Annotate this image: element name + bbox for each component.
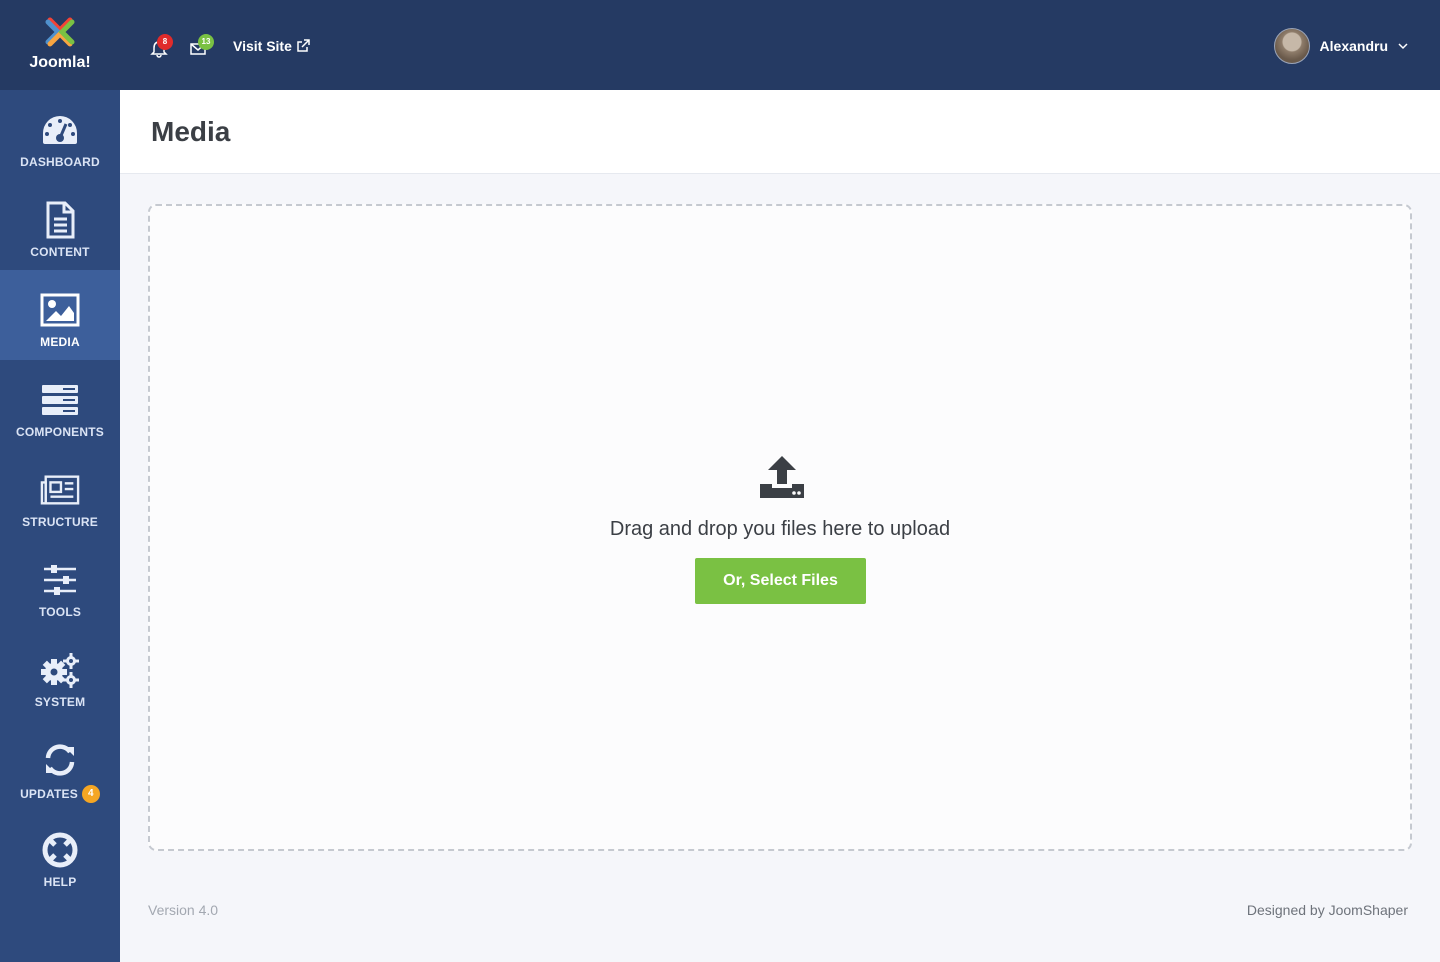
upload-dropzone[interactable]: Drag and drop you files here to upload O…: [148, 204, 1412, 851]
notifications-count-badge: 8: [157, 34, 173, 50]
upload-icon: [760, 456, 804, 498]
sidebar-item-dashboard[interactable]: DASHBOARD: [0, 90, 120, 180]
brand[interactable]: Joomla!: [0, 0, 120, 90]
topbar: 8 13 Visit Site Alexandru: [120, 0, 1440, 90]
components-icon: [40, 380, 80, 420]
chevron-down-icon: [1398, 43, 1408, 50]
sidebar-item-help[interactable]: HELP: [0, 810, 120, 900]
sidebar-item-system[interactable]: SYSTEM: [0, 630, 120, 720]
select-files-button[interactable]: Or, Select Files: [695, 558, 866, 604]
sidebar-item-label-text: UPDATES: [20, 787, 78, 801]
dropzone-instructions: Drag and drop you files here to upload: [609, 518, 951, 540]
image-icon: [40, 290, 80, 330]
gears-icon: [40, 650, 80, 690]
sidebar-nav: DASHBOARD CONTENT MEDIA COMPONENTS STRUC…: [0, 90, 120, 900]
refresh-icon: [40, 740, 80, 780]
updates-count-badge: 4: [81, 785, 100, 803]
visit-site-label: Visit Site: [233, 38, 292, 54]
sidebar-item-updates[interactable]: UPDATES 4: [0, 720, 120, 810]
document-icon: [40, 200, 80, 240]
messages-count-badge: 13: [198, 34, 214, 50]
notifications-button[interactable]: 8: [150, 34, 178, 60]
sidebar-item-tools[interactable]: TOOLS: [0, 540, 120, 630]
sidebar-item-label: DASHBOARD: [20, 155, 100, 169]
sidebar-item-components[interactable]: COMPONENTS: [0, 360, 120, 450]
sidebar-item-label: STRUCTURE: [22, 515, 98, 529]
joomla-logo-icon: [45, 17, 75, 47]
sidebar-item-content[interactable]: CONTENT: [0, 180, 120, 270]
sidebar-item-label: COMPONENTS: [15, 425, 104, 439]
sidebar: Joomla! DASHBOARD CONTENT MEDIA COMPONEN…: [0, 0, 120, 962]
user-menu[interactable]: Alexandru: [1273, 28, 1408, 64]
dashboard-gauge-icon: [40, 110, 80, 150]
sidebar-item-label: UPDATES 4: [20, 785, 100, 803]
visit-site-link[interactable]: Visit Site: [233, 38, 310, 54]
lifebuoy-icon: [40, 830, 80, 870]
sidebar-item-label: SYSTEM: [34, 695, 86, 709]
newspaper-icon: [40, 470, 80, 510]
page-title: Media: [151, 116, 231, 147]
sidebar-item-label: TOOLS: [38, 605, 82, 619]
external-link-icon: [297, 39, 310, 52]
sidebar-item-label: HELP: [43, 875, 77, 889]
user-name: Alexandru: [1319, 38, 1388, 54]
messages-button[interactable]: 13: [189, 34, 217, 60]
sidebar-item-media[interactable]: MEDIA: [0, 270, 120, 360]
page-header: Media: [120, 90, 1440, 174]
footer-version: Version 4.0: [148, 902, 219, 918]
avatar: [1273, 28, 1310, 64]
sidebar-item-structure[interactable]: STRUCTURE: [0, 450, 120, 540]
footer-credit: Designed by JoomShaper: [1246, 902, 1408, 918]
sidebar-item-label: CONTENT: [30, 245, 90, 259]
brand-name: Joomla!: [29, 54, 91, 71]
sidebar-item-label: MEDIA: [40, 335, 80, 349]
sliders-icon: [40, 560, 80, 600]
